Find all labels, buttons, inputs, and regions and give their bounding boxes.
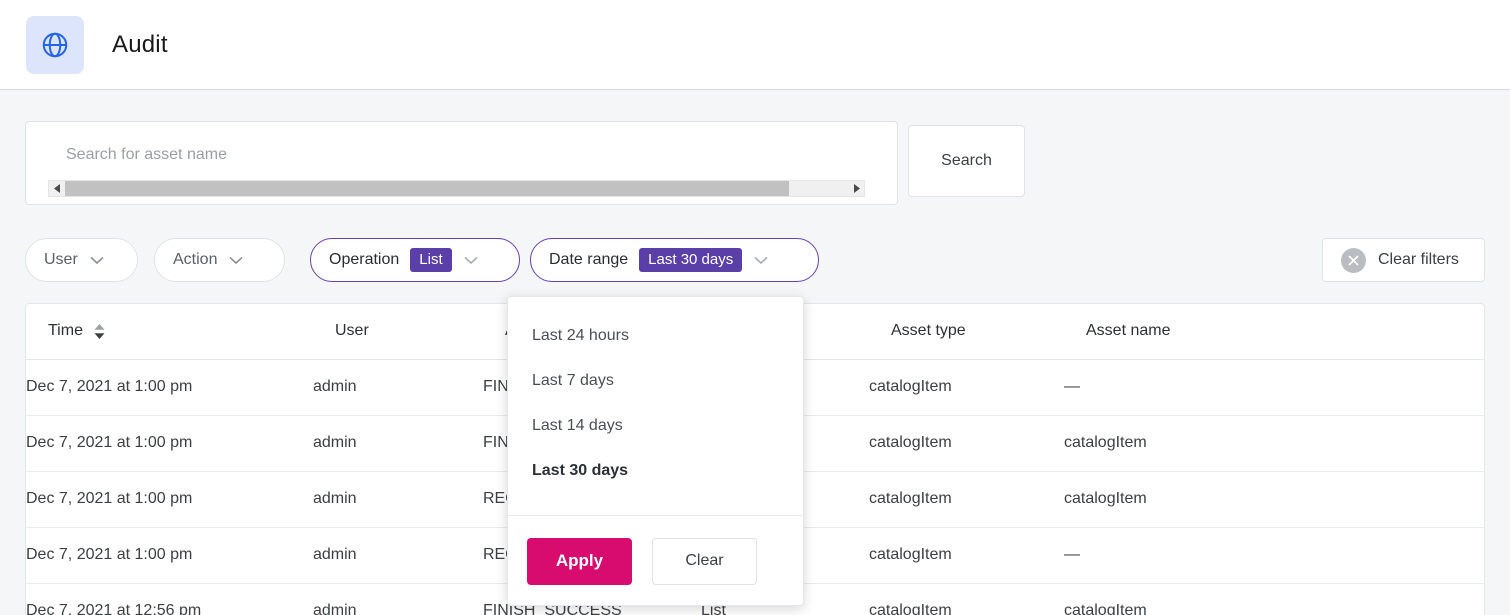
app-header: Audit — [0, 0, 1510, 90]
cell-time: Dec 7, 2021 at 1:00 pm — [26, 415, 313, 472]
date-range-option-list: Last 24 hours Last 7 days Last 14 days L… — [508, 297, 803, 493]
scrollbar-right-arrow-icon[interactable] — [848, 181, 864, 196]
filter-chip-date-range-badge: Last 30 days — [639, 248, 743, 272]
cell-user: admin — [313, 471, 483, 528]
cell-asset-name: catalogItem — [1064, 471, 1484, 528]
cell-asset-name: — — [1064, 359, 1484, 416]
date-range-option-label: Last 30 days — [532, 461, 629, 479]
column-header-time-label: Time — [48, 322, 83, 340]
date-range-option-last-30-days[interactable]: Last 30 days — [508, 448, 803, 493]
chevron-down-icon — [90, 256, 104, 265]
cell-user: admin — [313, 583, 483, 615]
chevron-down-icon — [464, 256, 478, 265]
globe-icon — [26, 15, 84, 74]
filter-chip-date-range[interactable]: Date range Last 30 days — [530, 238, 819, 282]
column-header-time[interactable]: Time — [26, 304, 313, 360]
search-horizontal-scrollbar[interactable] — [48, 180, 865, 197]
cell-user: admin — [313, 359, 483, 416]
apply-button[interactable]: Apply — [527, 537, 632, 585]
date-range-option-last-14-days[interactable]: Last 14 days — [508, 403, 803, 448]
scrollbar-left-arrow-icon[interactable] — [49, 181, 65, 196]
filter-chip-operation[interactable]: Operation List — [310, 238, 520, 282]
cell-asset-type: catalogItem — [869, 527, 1064, 584]
scrollbar-thumb[interactable] — [65, 181, 790, 196]
column-header-user[interactable]: User — [313, 304, 483, 360]
cell-asset-type: catalogItem — [869, 583, 1064, 615]
filter-chip-date-range-label: Date range — [549, 251, 629, 268]
cell-time: Dec 7, 2021 at 12:56 pm — [26, 583, 313, 615]
search-row: Search for asset name Search — [25, 121, 1025, 205]
cell-time: Dec 7, 2021 at 1:00 pm — [26, 527, 313, 584]
cell-time: Dec 7, 2021 at 1:00 pm — [26, 359, 313, 416]
date-range-option-last-7-days[interactable]: Last 7 days — [508, 358, 803, 403]
cell-user: admin — [313, 415, 483, 472]
search-input-placeholder: Search for asset name — [66, 146, 227, 163]
filter-chip-action[interactable]: Action — [154, 238, 285, 282]
close-circle-icon — [1341, 247, 1366, 273]
cell-asset-type: catalogItem — [869, 415, 1064, 472]
search-button[interactable]: Search — [908, 125, 1025, 197]
clear-button[interactable]: Clear — [652, 537, 757, 585]
sort-icon[interactable] — [93, 323, 106, 340]
filter-chip-operation-badge: List — [410, 248, 452, 272]
date-range-option-label: Last 24 hours — [532, 326, 629, 344]
column-header-user-label: User — [335, 322, 369, 340]
cell-asset-name: catalogItem — [1064, 583, 1484, 615]
column-header-asset-name-label: Asset name — [1086, 322, 1171, 340]
filter-chip-user[interactable]: User — [25, 238, 138, 282]
date-range-option-label: Last 7 days — [532, 371, 614, 389]
search-input[interactable]: Search for asset name — [25, 121, 898, 205]
filter-chip-user-label: User — [44, 251, 78, 268]
date-range-option-label: Last 14 days — [532, 416, 623, 434]
cell-asset-name: catalogItem — [1064, 415, 1484, 472]
date-range-option-last-24-hours[interactable]: Last 24 hours — [508, 313, 803, 358]
filter-chip-action-label: Action — [173, 251, 218, 268]
cell-time: Dec 7, 2021 at 1:00 pm — [26, 471, 313, 528]
clear-filters-label: Clear filters — [1378, 251, 1459, 268]
page-title: Audit — [112, 30, 168, 58]
column-header-asset-type[interactable]: Asset type — [869, 304, 1064, 360]
chevron-down-icon — [754, 256, 768, 265]
cell-asset-name: — — [1064, 527, 1484, 584]
page-body: Search for asset name Search User Action… — [0, 91, 1510, 615]
filter-chip-operation-label: Operation — [329, 251, 400, 268]
filters-row: User Action Operation List Date range La… — [25, 238, 1485, 282]
scrollbar-track[interactable] — [65, 181, 848, 196]
column-header-asset-type-label: Asset type — [891, 322, 966, 340]
cell-user: admin — [313, 527, 483, 584]
date-range-dropdown: Last 24 hours Last 7 days Last 14 days L… — [507, 296, 804, 606]
column-header-asset-name[interactable]: Asset name — [1064, 304, 1484, 360]
cell-asset-type: catalogItem — [869, 471, 1064, 528]
chevron-down-icon — [229, 256, 244, 265]
cell-asset-type: catalogItem — [869, 359, 1064, 416]
clear-filters-button[interactable]: Clear filters — [1322, 238, 1485, 282]
dropdown-actions: Apply Clear — [508, 516, 803, 606]
